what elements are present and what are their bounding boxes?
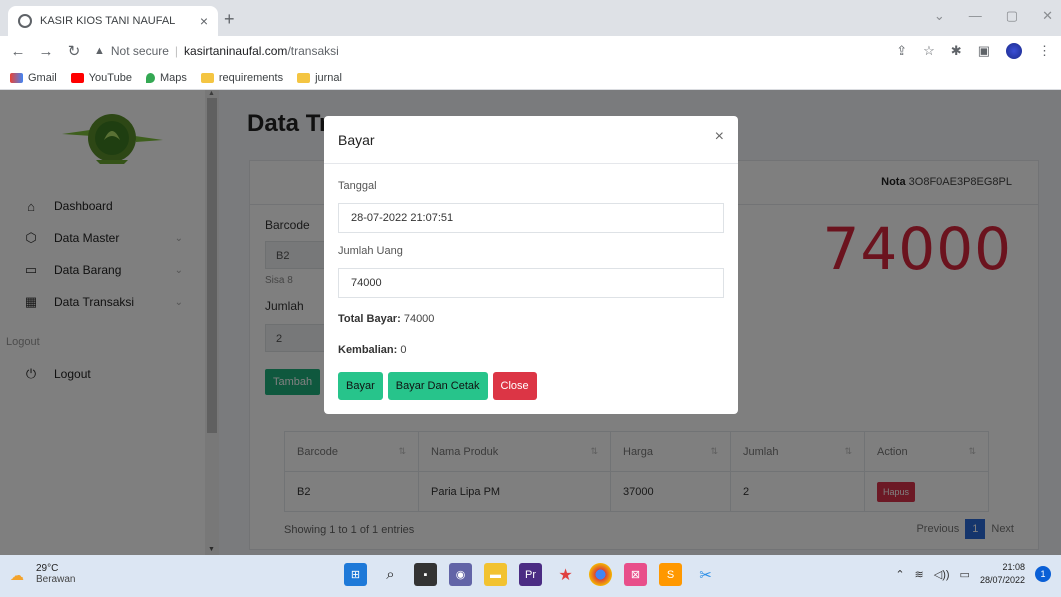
- bookmark-jurnal[interactable]: jurnal: [297, 72, 342, 84]
- chevron-up-icon[interactable]: ⌃: [895, 568, 904, 581]
- bookmark-youtube[interactable]: YouTube: [70, 72, 132, 84]
- clock-date: 28/07/2022: [979, 575, 1025, 585]
- minimize-icon[interactable]: —: [969, 8, 982, 24]
- battery-icon[interactable]: ▭: [960, 568, 970, 581]
- close-tab-icon[interactable]: ×: [200, 13, 208, 29]
- chrome-icon[interactable]: [589, 563, 612, 586]
- bayar-dan-cetak-button[interactable]: Bayar Dan Cetak: [387, 372, 488, 400]
- globe-icon: [18, 14, 32, 28]
- taskbar-apps: ⊞ ⌕ ▪ ◉ ▬ Pr ★ ⊠ S ✂: [344, 563, 717, 586]
- search-icon[interactable]: ⌕: [379, 563, 402, 586]
- bookmarks-bar: Gmail YouTube Maps requirements jurnal: [0, 66, 1061, 90]
- jumlah-uang-input[interactable]: 74000: [338, 268, 724, 298]
- bayar-button[interactable]: Bayar: [338, 372, 383, 400]
- chevron-down-icon[interactable]: ⌄: [934, 8, 945, 24]
- folder-icon: [297, 72, 311, 83]
- forward-icon[interactable]: →: [38, 43, 54, 60]
- security-label: Not secure: [110, 44, 169, 58]
- bookmark-requirements[interactable]: requirements: [200, 72, 283, 84]
- restore-icon[interactable]: ▢: [1006, 8, 1018, 24]
- extensions-icon[interactable]: ✱: [951, 43, 962, 59]
- cloudy-icon: ☁: [10, 567, 24, 583]
- kembalian-label: Kembalian:: [338, 344, 398, 356]
- system-tray: ⌃ ≋ ◁)) ▭ 21:08 28/07/2022 1: [895, 561, 1051, 587]
- kembalian-line: Kembalian: 0: [338, 344, 406, 356]
- modal-title: Bayar: [338, 132, 375, 148]
- toolbar-actions: ⇪ ☆ ✱ ▣ ⋮: [896, 43, 1051, 59]
- profile-avatar[interactable]: [1006, 43, 1022, 59]
- windows-start-icon[interactable]: ⊞: [344, 563, 367, 586]
- clock[interactable]: 21:08 28/07/2022: [980, 561, 1025, 587]
- youtube-icon: [70, 72, 84, 83]
- premiere-icon[interactable]: Pr: [519, 563, 542, 586]
- payment-modal: Bayar × Tanggal 28-07-2022 21:07:51 Juml…: [324, 116, 738, 414]
- page: ⌂ Dashboard ⬡ Data Master ⌄ ▭ Data Baran…: [0, 90, 1061, 555]
- url-domain: kasirtaninaufal.com: [184, 44, 288, 58]
- separator: |: [174, 44, 179, 58]
- app-icon[interactable]: ⊠: [624, 563, 647, 586]
- tab-title: KASIR KIOS TANI NAUFAL: [40, 15, 176, 27]
- browser-tabbar: KASIR KIOS TANI NAUFAL × + ⌄ — ▢ ✕: [0, 0, 1061, 36]
- folder-icon: [200, 72, 214, 83]
- close-window-icon[interactable]: ✕: [1042, 8, 1053, 24]
- notification-badge[interactable]: 1: [1035, 566, 1051, 582]
- warning-icon: ▲: [94, 45, 105, 57]
- close-icon[interactable]: ×: [715, 128, 724, 146]
- chat-icon[interactable]: ◉: [449, 563, 472, 586]
- wifi-icon[interactable]: ≋: [915, 568, 924, 581]
- new-tab-icon[interactable]: +: [224, 9, 235, 30]
- bookmark-maps[interactable]: Maps: [145, 72, 187, 84]
- volume-icon[interactable]: ◁)): [934, 568, 950, 581]
- url-path: /transaksi: [287, 44, 339, 58]
- windows-taskbar: ☁ 29°C Berawan ⊞ ⌕ ▪ ◉ ▬ Pr ★ ⊠ S ✂ ⌃ ≋ …: [0, 555, 1061, 597]
- modal-actions: Bayar Bayar Dan Cetak Close: [338, 372, 537, 400]
- total-bayar-value: 74000: [403, 313, 435, 325]
- clock-time: 21:08: [1002, 562, 1025, 572]
- bookmark-gmail[interactable]: Gmail: [10, 72, 57, 84]
- address-bar: ← → ↻ ▲ Not secure | kasirtaninaufal.com…: [0, 36, 1061, 66]
- star-icon[interactable]: ☆: [923, 43, 935, 59]
- maps-icon: [145, 72, 155, 83]
- temperature: 29°C: [36, 563, 59, 574]
- tanggal-field[interactable]: 28-07-2022 21:07:51: [338, 203, 724, 233]
- weather-condition: Berawan: [36, 574, 76, 585]
- window-controls: ⌄ — ▢ ✕: [934, 8, 1053, 24]
- gmail-icon: [10, 72, 23, 83]
- star-app-icon[interactable]: ★: [554, 563, 577, 586]
- tanggal-label: Tanggal: [338, 180, 377, 192]
- task-view-icon[interactable]: ▪: [414, 563, 437, 586]
- kembalian-value: 0: [400, 344, 407, 356]
- total-bayar-line: Total Bayar: 74000: [338, 313, 434, 325]
- weather-widget[interactable]: ☁ 29°C Berawan: [10, 563, 75, 585]
- close-button[interactable]: Close: [492, 372, 537, 400]
- omnibox[interactable]: ▲ Not secure | kasirtaninaufal.com/trans…: [94, 39, 884, 63]
- sublime-icon[interactable]: S: [659, 563, 682, 586]
- reload-icon[interactable]: ↻: [66, 42, 82, 60]
- modal-header: Bayar ×: [324, 116, 738, 164]
- file-explorer-icon[interactable]: ▬: [484, 563, 507, 586]
- sidepanel-icon[interactable]: ▣: [978, 43, 990, 59]
- jumlah-uang-label: Jumlah Uang: [338, 245, 403, 257]
- browser-tab[interactable]: KASIR KIOS TANI NAUFAL ×: [8, 6, 218, 36]
- menu-icon[interactable]: ⋮: [1038, 43, 1051, 59]
- snipping-tool-icon[interactable]: ✂: [694, 563, 717, 586]
- weather-text: 29°C Berawan: [36, 563, 75, 585]
- back-icon[interactable]: ←: [10, 43, 26, 60]
- share-icon[interactable]: ⇪: [896, 43, 907, 59]
- total-bayar-label: Total Bayar:: [338, 313, 401, 325]
